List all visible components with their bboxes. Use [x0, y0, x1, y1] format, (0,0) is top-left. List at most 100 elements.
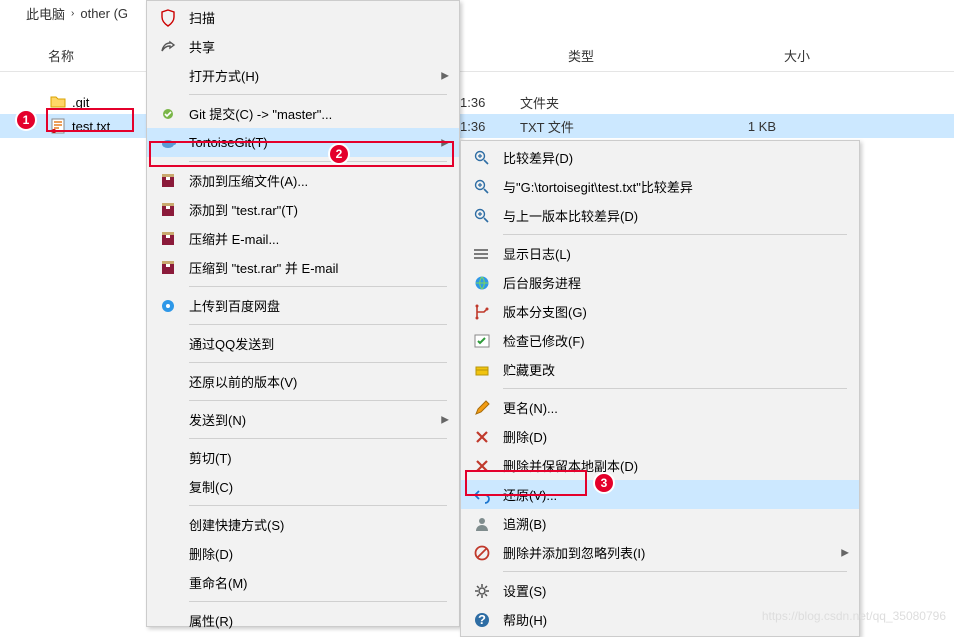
- chevron-right-icon: ▶: [841, 547, 849, 558]
- ctx-main-item[interactable]: 打开方式(H)▶: [147, 61, 459, 90]
- menu-item-label: 比较差异(D): [503, 148, 829, 167]
- ctx-tortoise-item[interactable]: 显示日志(L): [461, 239, 859, 268]
- menu-item-label: 追溯(B): [503, 514, 829, 533]
- log-icon: [471, 243, 493, 265]
- help-icon: ?: [471, 609, 493, 631]
- ctx-tortoise-item[interactable]: 版本分支图(G): [461, 297, 859, 326]
- ctx-main-item[interactable]: 扫描: [147, 3, 459, 32]
- blank-icon: [157, 333, 179, 355]
- disk-icon: [157, 295, 179, 317]
- ignore-icon: [471, 542, 493, 564]
- rar-icon: [157, 257, 179, 279]
- ctx-main-item[interactable]: 剪切(T): [147, 443, 459, 472]
- ctx-main-item[interactable]: 通过QQ发送到: [147, 329, 459, 358]
- menu-item-label: 添加到压缩文件(A)...: [189, 171, 429, 190]
- ctx-main-item[interactable]: 删除(D): [147, 539, 459, 568]
- ctx-main-item[interactable]: 还原以前的版本(V): [147, 367, 459, 396]
- rar-icon: [157, 228, 179, 250]
- ctx-main-item[interactable]: 复制(C): [147, 472, 459, 501]
- ctx-tortoise-item[interactable]: 贮藏更改: [461, 355, 859, 384]
- ctx-tortoise-item[interactable]: 删除并添加到忽略列表(I) ▶: [461, 538, 859, 567]
- file-size: 1 KB: [670, 119, 790, 134]
- ctx-tortoise-item[interactable]: 后台服务进程: [461, 268, 859, 297]
- ctx-main-item[interactable]: 属性(R): [147, 606, 459, 635]
- blank-icon: [157, 572, 179, 594]
- ctx-main-item[interactable]: 压缩到 "test.rar" 并 E-mail: [147, 253, 459, 282]
- rar-icon: [157, 170, 179, 192]
- menu-item-label: 删除(D): [503, 427, 829, 446]
- menu-item-label: 版本分支图(G): [503, 302, 829, 321]
- ctx-main-item[interactable]: Git 提交(C) -> "master"...: [147, 99, 459, 128]
- col-size[interactable]: 大小: [704, 40, 824, 71]
- ctx-tortoise-item[interactable]: 与"G:\tortoisegit\test.txt"比较差异: [461, 172, 859, 201]
- ctx-main-item[interactable]: 添加到压缩文件(A)...: [147, 166, 459, 195]
- menu-item-label: 添加到 "test.rar"(T): [189, 200, 429, 219]
- x-icon: [471, 426, 493, 448]
- crumb-drive[interactable]: other (G: [80, 6, 128, 21]
- menu-item-label: 删除并添加到忽略列表(I): [503, 543, 829, 562]
- menu-item-label: 共享: [189, 37, 429, 56]
- menu-separator: [189, 94, 447, 95]
- stash-icon: [471, 359, 493, 381]
- menu-item-label: 重命名(M): [189, 573, 429, 592]
- blank-icon: [157, 476, 179, 498]
- ctx-tortoise-item[interactable]: ?帮助(H): [461, 605, 859, 634]
- file-row[interactable]: test.txt 1:36 TXT 文件 1 KB: [0, 114, 954, 138]
- blank-icon: [157, 371, 179, 393]
- ctx-main-item[interactable]: 上传到百度网盘: [147, 291, 459, 320]
- file-type: 文件夹: [520, 93, 670, 112]
- svg-text:?: ?: [478, 612, 486, 627]
- shield-icon: [157, 7, 179, 29]
- share-icon: [157, 36, 179, 58]
- menu-item-label: 发送到(N): [189, 410, 429, 429]
- menu-item-label: 与"G:\tortoisegit\test.txt"比较差异: [503, 177, 829, 196]
- ctx-tortoise-item[interactable]: 与上一版本比较差异(D): [461, 201, 859, 230]
- blank-icon: [157, 543, 179, 565]
- ctx-tortoise-item[interactable]: 检查已修改(F): [461, 326, 859, 355]
- file-row[interactable]: .git 1:36 文件夹: [0, 90, 954, 114]
- menu-separator: [189, 362, 447, 363]
- check-icon: [471, 330, 493, 352]
- ctx-tortoise-item[interactable]: 比较差异(D): [461, 143, 859, 172]
- ctx-main-item[interactable]: 重命名(M): [147, 568, 459, 597]
- ctx-main-item[interactable]: 创建快捷方式(S): [147, 510, 459, 539]
- blank-icon: [157, 610, 179, 632]
- menu-item-label: 设置(S): [503, 581, 829, 600]
- ctx-main-item[interactable]: 共享: [147, 32, 459, 61]
- ctx-tortoise-item[interactable]: 更名(N)...: [461, 393, 859, 422]
- menu-item-label: 属性(R): [189, 611, 429, 630]
- menu-item-label: 上传到百度网盘: [189, 296, 429, 315]
- menu-separator: [189, 505, 447, 506]
- ctx-main-item[interactable]: 压缩并 E-mail...: [147, 224, 459, 253]
- menu-separator: [189, 601, 447, 602]
- pen-icon: [471, 397, 493, 419]
- chevron-right-icon: ▶: [441, 414, 449, 425]
- ctx-tortoise-item[interactable]: 追溯(B): [461, 509, 859, 538]
- menu-item-label: 压缩并 E-mail...: [189, 229, 429, 248]
- menu-item-label: 复制(C): [189, 477, 429, 496]
- ctx-main-item[interactable]: 添加到 "test.rar"(T): [147, 195, 459, 224]
- branch-icon: [471, 301, 493, 323]
- annotation-box-3: [465, 470, 587, 496]
- file-date: 1:36: [460, 119, 520, 134]
- annotation-box-1: [46, 108, 134, 132]
- file-type: TXT 文件: [520, 117, 670, 136]
- menu-item-label: 压缩到 "test.rar" 并 E-mail: [189, 258, 429, 277]
- crumb-root[interactable]: 此电脑: [26, 4, 65, 23]
- globe-icon: [471, 272, 493, 294]
- blank-icon: [157, 409, 179, 431]
- menu-separator: [189, 438, 447, 439]
- menu-separator: [189, 400, 447, 401]
- ctx-main-item[interactable]: 发送到(N) ▶: [147, 405, 459, 434]
- ctx-tortoise-item[interactable]: 设置(S): [461, 576, 859, 605]
- menu-item-label: 后台服务进程: [503, 273, 829, 292]
- ctx-tortoise-item[interactable]: 删除(D): [461, 422, 859, 451]
- mag-plus-icon: [471, 176, 493, 198]
- col-type[interactable]: 类型: [554, 40, 704, 71]
- breadcrumb: 此电脑 › other (G: [0, 0, 954, 23]
- menu-separator: [189, 324, 447, 325]
- annotation-box-2: [149, 141, 454, 167]
- blank-icon: [157, 447, 179, 469]
- context-menu-tortoisegit: 比较差异(D) 与"G:\tortoisegit\test.txt"比较差异与上一…: [460, 140, 860, 637]
- menu-item-label: Git 提交(C) -> "master"...: [189, 104, 429, 123]
